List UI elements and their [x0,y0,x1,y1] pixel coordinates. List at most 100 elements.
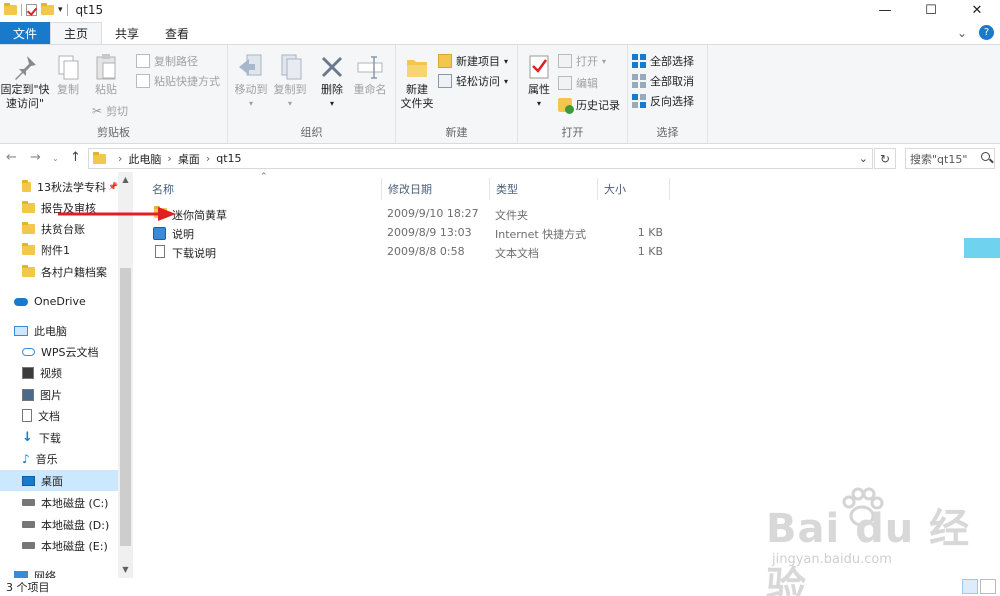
forward-arrow-icon[interactable]: → [30,150,41,165]
nav-item-desktop[interactable]: 桌面 [0,470,118,491]
invert-selection-button[interactable]: 反向选择 [632,93,694,109]
close-button[interactable]: ✕ [954,0,1000,20]
properties-button[interactable]: 属性 ▾ [522,51,556,111]
nav-item-quick-5[interactable]: 各村户籍档案 [0,261,118,282]
copy-label: 复制 [57,83,79,96]
internet-shortcut-icon [153,227,166,240]
cut-button[interactable]: ✂ 剪切 [92,103,128,119]
file-row[interactable]: 迷你简黄草 2009/9/10 18:27 文件夹 [148,205,708,224]
breadcrumb-desktop[interactable]: 桌面 [178,151,200,167]
file-date: 2009/9/10 18:27 [387,207,479,220]
item-count: 3 个项目 [6,581,50,594]
move-to-button[interactable]: 移动到 ▾ [231,51,271,111]
help-icon[interactable]: ? [979,25,994,40]
properties-qat-icon[interactable] [26,4,37,16]
column-header-name[interactable]: 名称 [146,178,382,200]
text-document-icon [155,245,165,258]
paste-label: 粘贴 [95,83,117,96]
nav-item-drive-e[interactable]: 本地磁盘 (E:) [0,535,118,556]
column-header-date[interactable]: 修改日期 [382,178,490,200]
copy-button[interactable]: 复制 [52,51,84,97]
pin-quick-access-button[interactable]: 固定到"快速访问" [0,51,50,111]
easy-access-icon [438,74,452,88]
nav-item-wps-cloud[interactable]: WPS云文档 [0,341,118,362]
select-none-button[interactable]: 全部取消 [632,73,694,89]
nav-item-documents[interactable]: 文档 [0,405,118,426]
file-row[interactable]: 下载说明 2009/8/8 0:58 文本文档 1 KB [148,243,708,262]
history-button[interactable]: 历史记录 [558,97,620,114]
search-input[interactable]: 搜索"qt15" [905,148,995,169]
tab-share[interactable]: 共享 [102,22,152,44]
new-folder-qat-icon[interactable] [41,3,54,15]
nav-item-network[interactable]: 网络 [0,565,118,578]
nav-scrollbar[interactable]: ▲ ▼ [118,172,133,578]
refresh-button[interactable]: ↻ [874,148,896,169]
breadcrumb-separator-icon[interactable]: › [167,152,171,165]
column-header-size[interactable]: 大小 [598,178,670,200]
address-bar[interactable]: › 此电脑 › 桌面 › qt15 ⌄ [88,148,873,169]
scroll-thumb[interactable] [120,268,131,546]
tab-home[interactable]: 主页 [50,22,103,44]
copy-to-button[interactable]: 复制到 ▾ [270,51,310,111]
music-note-icon: ♪ [22,451,30,466]
recent-locations-icon[interactable]: ⌄ [52,154,59,163]
minimize-button[interactable]: — [862,0,908,20]
properties-label: 属性 [528,83,550,96]
nav-item-label: 附件1 [41,243,70,257]
nav-item-downloads[interactable]: ↓ 下载 [0,427,118,448]
delete-icon [321,56,343,78]
scroll-down-icon[interactable]: ▼ [118,562,133,576]
breadcrumb-this-pc[interactable]: 此电脑 [128,151,161,167]
invert-selection-label: 反向选择 [650,95,694,108]
new-folder-button[interactable]: 新建 文件夹 [399,51,435,111]
paste-button[interactable]: 粘贴 [88,51,124,97]
pin-icon [15,56,36,80]
up-arrow-icon[interactable]: ↑ [70,150,81,165]
column-header-type[interactable]: 类型 [490,178,598,200]
edit-button[interactable]: 编辑 [558,75,598,91]
expand-ribbon-icon[interactable]: ⌄ [957,26,967,40]
nav-item-drive-c[interactable]: 本地磁盘 (C:) [0,492,118,513]
tab-view[interactable]: 查看 [152,22,202,44]
nav-item-onedrive[interactable]: OneDrive [0,291,118,312]
tab-file[interactable]: 文件 [0,22,51,44]
select-all-button[interactable]: 全部选择 [632,53,694,69]
rename-icon [357,56,383,79]
copy-path-button[interactable]: 复制路径 [136,53,198,69]
breadcrumb-separator-icon[interactable]: › [206,152,210,165]
open-icon [558,54,572,68]
back-arrow-icon[interactable]: ← [6,150,17,165]
qat-dropdown-icon[interactable]: ▾ [58,5,63,15]
nav-item-music[interactable]: ♪ 音乐 [0,448,118,469]
breadcrumb-qt15[interactable]: qt15 [216,152,241,165]
clipboard-group-label: 剪贴板 [97,126,130,139]
scroll-up-icon[interactable]: ▲ [118,172,133,186]
address-dropdown-icon[interactable]: ⌄ [859,152,868,165]
paste-shortcut-icon [136,74,150,88]
new-item-button[interactable]: 新建项目 ▾ [438,53,508,69]
paste-shortcut-button[interactable]: 粘贴快捷方式 [136,73,220,89]
nav-item-drive-d[interactable]: 本地磁盘 (D:) [0,514,118,535]
nav-item-quick-1[interactable]: 13秋法学专科 📌 [0,176,118,197]
breadcrumb-separator-icon[interactable]: › [118,152,122,165]
organize-group: 移动到 ▾ 复制到 ▾ 删除 ▾ 重命名 组织 [228,45,396,143]
copy-icon [58,55,79,80]
nav-item-pictures[interactable]: 图片 [0,384,118,405]
nav-item-videos[interactable]: 视频 [0,362,118,383]
select-all-icon [632,54,646,68]
open-button[interactable]: 打开 ▾ [558,53,606,69]
file-row[interactable]: 说明 2009/8/9 13:03 Internet 快捷方式 1 KB [148,224,708,243]
open-label: 打开 [576,55,598,68]
easy-access-button[interactable]: 轻松访问 ▾ [438,73,508,89]
maximize-button[interactable]: ☐ [908,0,954,20]
select-none-icon [632,74,646,88]
video-icon [22,366,34,379]
copy-to-label: 复制到 [273,83,307,96]
nav-item-this-pc[interactable]: 此电脑 [0,320,118,341]
select-all-label: 全部选择 [650,55,694,68]
drive-icon [22,499,35,506]
delete-button[interactable]: 删除 ▾ [316,51,348,111]
rename-button[interactable]: 重命名 [350,51,390,97]
nav-item-quick-4[interactable]: 附件1 [0,239,118,260]
floating-side-tab[interactable] [964,238,1000,258]
